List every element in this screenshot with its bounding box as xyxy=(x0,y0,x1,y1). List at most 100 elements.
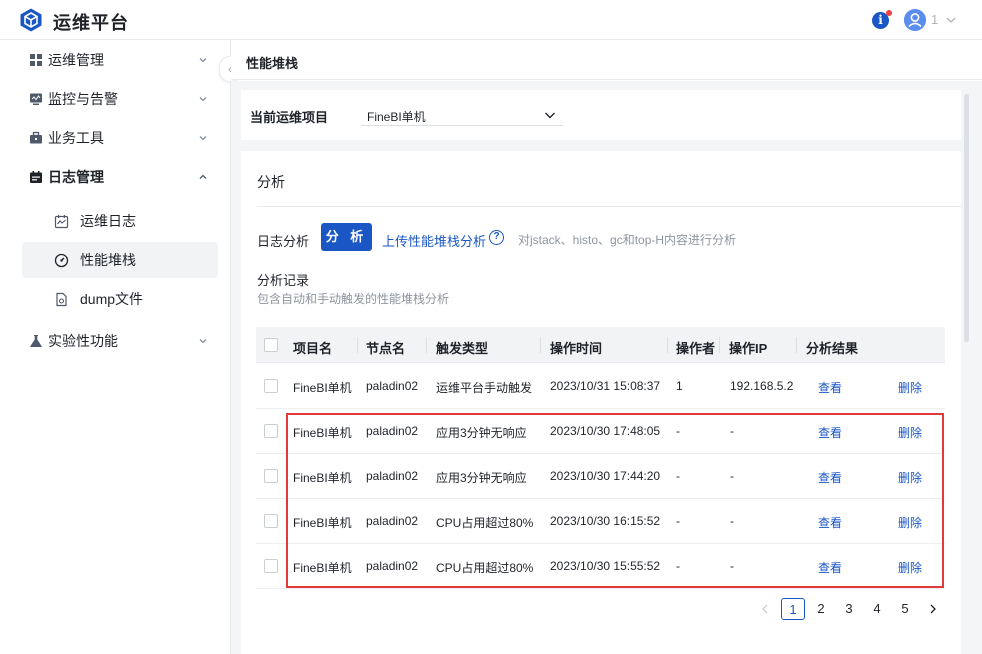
sidebar-item-experimental[interactable]: 实验性功能 xyxy=(0,321,231,360)
calendar-icon xyxy=(30,170,42,183)
view-result-link[interactable]: 查看 xyxy=(818,424,842,441)
view-result-link[interactable]: 查看 xyxy=(818,514,842,531)
column-divider xyxy=(540,337,541,353)
app-title: 运维平台 xyxy=(53,13,129,33)
chevron-down-icon xyxy=(199,135,207,140)
sidebar-subitem-label: dump文件 xyxy=(80,291,144,307)
sidebar-item-label: 日志管理 xyxy=(48,168,104,185)
cell-trigger: CPU占用超过80% xyxy=(436,561,534,575)
cell-project: FineBI单机 xyxy=(293,516,352,530)
log-analysis-label: 日志分析 xyxy=(257,234,310,249)
content-scrollbar[interactable] xyxy=(964,94,969,342)
log-chart-icon xyxy=(54,214,69,228)
page-button[interactable]: 5 xyxy=(893,598,917,620)
table-row: FineBI单机 paladin02 CPU占用超过80% 2023/10/30… xyxy=(256,544,945,589)
table-row: FineBI单机 paladin02 应用3分钟无响应 2023/10/30 1… xyxy=(256,454,945,499)
cell-trigger: 应用3分钟无响应 xyxy=(436,471,527,485)
column-header: 触发类型 xyxy=(436,341,489,356)
table-header: 项目名 节点名 触发类型 操作时间 操作者 操作IP 分析结果 xyxy=(256,327,945,363)
cube-logo-icon[interactable] xyxy=(18,7,44,33)
top-header: 运维平台 i 1 xyxy=(0,0,982,40)
sidebar-item-ops-management[interactable]: 运维管理 xyxy=(0,40,231,79)
chevron-down-icon xyxy=(199,57,207,62)
chevron-down-icon[interactable] xyxy=(944,13,958,27)
column-header: 节点名 xyxy=(366,341,406,356)
cell-ip: 192.168.5.2 xyxy=(730,379,794,393)
help-text: 对jstack、histo、gc和top-H内容进行分析 xyxy=(518,233,737,247)
column-header: 操作者 xyxy=(676,341,716,356)
help-icon[interactable]: ? xyxy=(489,230,504,245)
delete-link[interactable]: 删除 xyxy=(898,559,922,576)
page-button[interactable]: 4 xyxy=(865,598,889,620)
row-checkbox[interactable] xyxy=(264,379,278,393)
project-label: 当前运维项目 xyxy=(250,110,329,125)
view-result-link[interactable]: 查看 xyxy=(818,559,842,576)
column-divider xyxy=(719,337,720,353)
cell-ip: - xyxy=(730,559,734,573)
column-divider xyxy=(796,337,797,353)
column-header: 项目名 xyxy=(293,341,333,356)
cell-trigger: CPU占用超过80% xyxy=(436,516,534,530)
cell-node: paladin02 xyxy=(366,514,419,528)
cell-operator: - xyxy=(676,424,680,438)
chevron-down-icon xyxy=(199,338,207,343)
delete-link[interactable]: 删除 xyxy=(898,514,922,531)
sidebar-subitem-dump-file[interactable]: dump文件 xyxy=(22,281,218,317)
chevron-right-icon[interactable] xyxy=(926,602,940,616)
cell-project: FineBI单机 xyxy=(293,381,352,395)
cell-time: 2023/10/30 15:55:52 xyxy=(550,559,661,573)
column-header: 分析结果 xyxy=(806,341,859,356)
breadcrumb-bar: 性能堆栈 xyxy=(231,40,982,80)
sidebar-item-business-tools[interactable]: 业务工具 xyxy=(0,118,231,157)
user-avatar-icon[interactable] xyxy=(904,9,926,31)
grid-icon xyxy=(30,53,42,66)
row-checkbox[interactable] xyxy=(264,424,278,438)
gauge-icon xyxy=(54,253,69,267)
page-button[interactable]: 1 xyxy=(781,598,805,620)
user-name[interactable]: 1 xyxy=(931,12,938,27)
analyze-button[interactable]: 分 析 xyxy=(321,223,372,251)
column-header: 操作IP xyxy=(729,341,768,356)
select-all-checkbox[interactable] xyxy=(264,338,278,352)
sidebar-item-label: 监控与告警 xyxy=(48,90,118,107)
sidebar-item-monitoring[interactable]: 监控与告警 xyxy=(0,79,231,118)
cell-trigger: 应用3分钟无响应 xyxy=(436,426,527,440)
sidebar-subitem-perf-stack[interactable]: 性能堆栈 xyxy=(22,242,218,278)
table-row: FineBI单机 paladin02 CPU占用超过80% 2023/10/30… xyxy=(256,499,945,544)
cell-ip: - xyxy=(730,424,734,438)
row-checkbox[interactable] xyxy=(264,559,278,573)
row-checkbox[interactable] xyxy=(264,514,278,528)
flask-icon xyxy=(30,334,42,347)
cell-node: paladin02 xyxy=(366,469,419,483)
section-divider xyxy=(257,206,961,207)
sidebar-item-log-management[interactable]: 日志管理 xyxy=(0,157,231,196)
cell-node: paladin02 xyxy=(366,424,419,438)
view-result-link[interactable]: 查看 xyxy=(818,469,842,486)
file-gear-icon xyxy=(56,292,67,306)
cell-project: FineBI单机 xyxy=(293,471,352,485)
view-result-link[interactable]: 查看 xyxy=(818,379,842,396)
page-button[interactable]: 2 xyxy=(809,598,833,620)
delete-link[interactable]: 删除 xyxy=(898,424,922,441)
records-description: 包含自动和手动触发的性能堆栈分析 xyxy=(257,292,450,306)
delete-link[interactable]: 删除 xyxy=(898,379,922,396)
chevron-down-icon xyxy=(199,96,207,101)
chevron-up-icon xyxy=(199,174,207,179)
sidebar-item-label: 业务工具 xyxy=(48,129,104,146)
chevron-down-icon xyxy=(545,112,555,119)
page-button[interactable]: 3 xyxy=(837,598,861,620)
table-row: FineBI单机 paladin02 应用3分钟无响应 2023/10/30 1… xyxy=(256,409,945,454)
cell-time: 2023/10/31 15:08:37 xyxy=(550,379,661,393)
upload-stack-link[interactable]: 上传性能堆栈分析 xyxy=(382,231,486,250)
breadcrumb: 性能堆栈 xyxy=(246,56,299,71)
cell-time: 2023/10/30 17:44:20 xyxy=(550,469,661,483)
cell-trigger: 运维平台手动触发 xyxy=(436,381,533,395)
table-row: FineBI单机 paladin02 运维平台手动触发 2023/10/31 1… xyxy=(256,364,945,409)
sidebar-subitem-ops-log[interactable]: 运维日志 xyxy=(22,203,218,239)
chevron-left-icon[interactable] xyxy=(758,602,772,616)
delete-link[interactable]: 删除 xyxy=(898,469,922,486)
sidebar-item-label: 运维管理 xyxy=(48,51,104,68)
row-checkbox[interactable] xyxy=(264,469,278,483)
project-select[interactable]: FineBI单机 xyxy=(361,102,563,126)
column-divider xyxy=(357,337,358,353)
